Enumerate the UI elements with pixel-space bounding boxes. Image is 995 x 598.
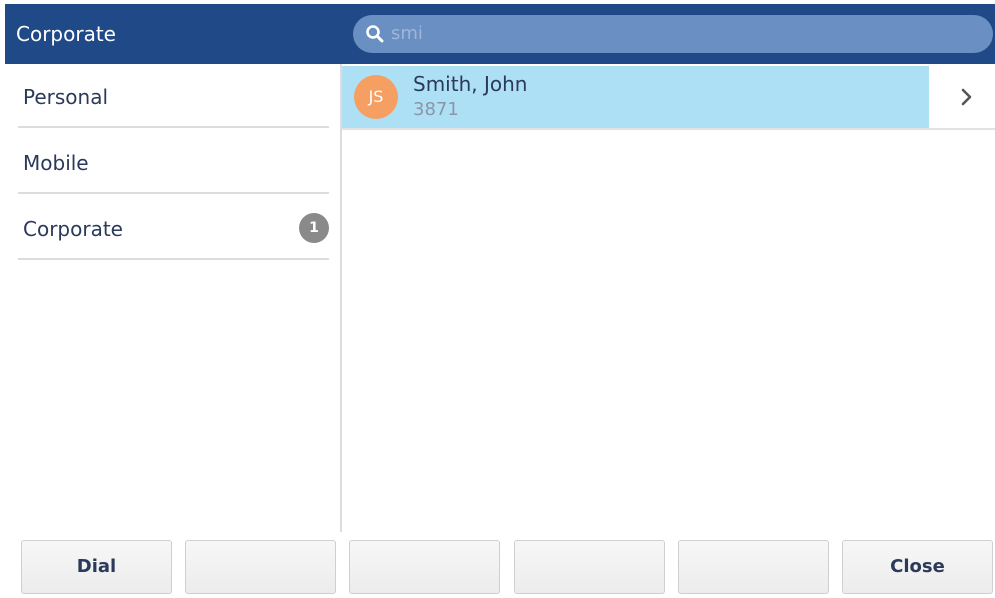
softkey-bar: Dial Close: [0, 532, 995, 598]
search-icon: [366, 25, 384, 43]
softkey-4[interactable]: [514, 540, 665, 594]
softkey-3[interactable]: [349, 540, 500, 594]
sidebar-item-mobile[interactable]: Mobile: [18, 130, 329, 194]
list-item[interactable]: JS Smith, John 3871: [342, 66, 995, 130]
results-list: JS Smith, John 3871: [342, 64, 995, 532]
sidebar-item-label: Personal: [23, 85, 109, 109]
header-bar: Corporate smi: [5, 4, 995, 64]
dial-button[interactable]: Dial: [21, 540, 172, 594]
sidebar: Personal Mobile Corporate 1: [0, 64, 340, 532]
softkey-5[interactable]: [678, 540, 829, 594]
contact-number: 3871: [413, 99, 459, 120]
search-query: smi: [391, 23, 423, 44]
sidebar-item-label: Corporate: [23, 217, 123, 241]
chevron-right-icon[interactable]: [955, 86, 977, 108]
page-title: Corporate: [16, 22, 116, 46]
sidebar-item-personal[interactable]: Personal: [18, 64, 329, 128]
softkey-2[interactable]: [185, 540, 336, 594]
count-badge: 1: [299, 213, 329, 243]
sidebar-item-corporate[interactable]: Corporate 1: [18, 196, 329, 260]
search-input[interactable]: smi: [353, 15, 993, 53]
directory-screen: Corporate smi Personal Mobile Corporate …: [0, 0, 995, 598]
sidebar-item-label: Mobile: [23, 151, 89, 175]
avatar: JS: [354, 75, 398, 119]
contact-name: Smith, John: [413, 72, 528, 96]
close-button[interactable]: Close: [842, 540, 993, 594]
